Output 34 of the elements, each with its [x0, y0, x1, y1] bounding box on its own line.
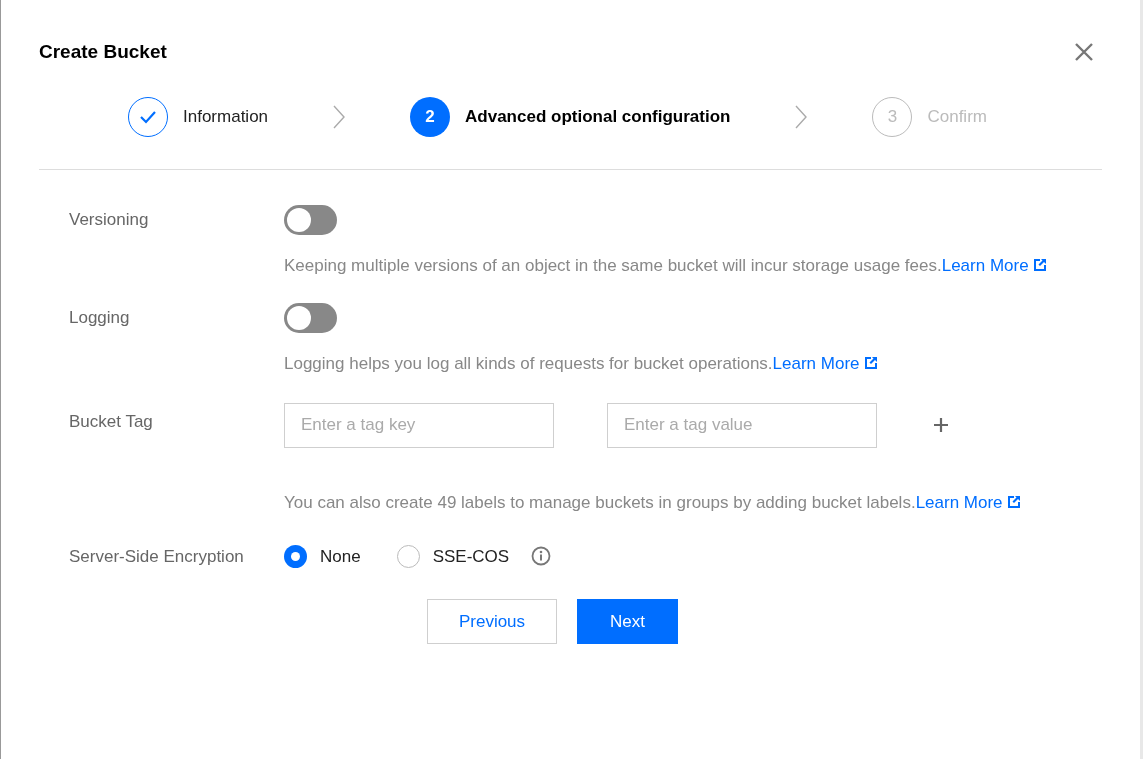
step-label: Advanced optional configuration [465, 105, 731, 128]
plus-icon[interactable] [934, 418, 948, 432]
radio-button[interactable] [284, 544, 307, 568]
external-link-icon[interactable] [1032, 257, 1047, 272]
external-link-icon[interactable] [1006, 494, 1021, 509]
field-label: Server-Side Encryption [69, 545, 245, 568]
chevron-right-icon [333, 104, 346, 129]
dialog-title: Create Bucket [39, 40, 167, 64]
description-text: Logging helps you log all kinds of requests for bucket operations.Learn More [284, 346, 878, 381]
step-number: 2 [410, 96, 451, 137]
external-link-icon[interactable] [863, 355, 878, 370]
toggle-switch[interactable] [284, 204, 337, 235]
next-button[interactable]: Next [577, 599, 678, 644]
info-icon[interactable] [531, 546, 552, 567]
check-icon [139, 109, 157, 124]
field-label: Versioning [69, 208, 150, 231]
chevron-right-icon [795, 104, 808, 129]
step-label: Information [183, 105, 269, 128]
learn-more-link[interactable]: Learn More [915, 492, 1003, 512]
radio-label: None [320, 545, 361, 568]
previous-button[interactable]: Previous [427, 599, 557, 644]
toggle-switch[interactable] [284, 302, 337, 333]
description-text: You can also create 49 labels to manage buckets in groups by adding bucket labels.Learn More [284, 485, 1021, 520]
field-label: Bucket Tag [69, 410, 154, 433]
learn-more-link[interactable]: Learn More [941, 255, 1029, 275]
field-label: Logging [69, 306, 131, 329]
tag-key-input[interactable]: Enter a tag key [284, 402, 554, 448]
radio-button[interactable] [396, 544, 420, 568]
tag-value-input[interactable]: Enter a tag value [607, 402, 877, 448]
radio-label: SSE-COS [432, 545, 510, 568]
learn-more-link[interactable]: Learn More [772, 353, 860, 373]
close-icon[interactable] [1075, 43, 1093, 62]
description-text: Keeping multiple versions of an object in the same bucket will incur storage usage fees.Learn More [284, 248, 1047, 283]
step-label: Confirm [927, 105, 987, 128]
